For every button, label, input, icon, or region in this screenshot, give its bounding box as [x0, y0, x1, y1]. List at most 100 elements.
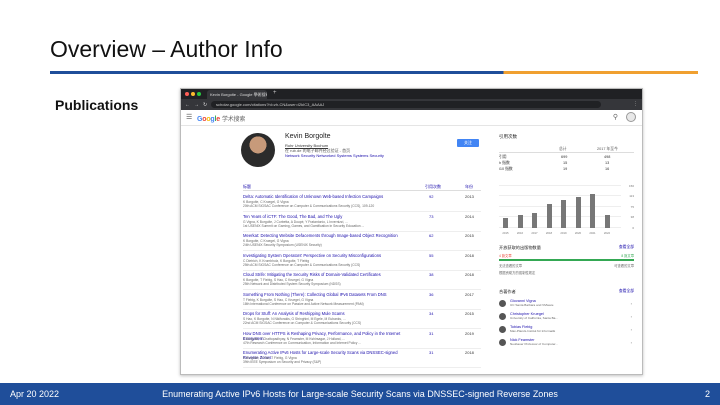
follow-button[interactable]: 关注 — [457, 139, 479, 147]
coauthor-avatar — [499, 300, 506, 307]
y-tick-label: 38 — [630, 215, 634, 220]
chevron-right-icon[interactable]: › — [631, 340, 632, 345]
coauthor-affiliation: Max-Planck-Institut für Informatik — [510, 329, 556, 333]
col-year-header[interactable]: 年份 — [465, 184, 473, 190]
publication-venue: 18th International Conference on Passive… — [243, 301, 364, 306]
col-cited-header[interactable]: 引用次数 — [425, 184, 441, 190]
h-index-row: h 指数 15 13 — [499, 161, 610, 165]
coauthor-item[interactable]: Nick Feamster Neubauer Professor of Compu… — [499, 338, 634, 350]
table-row: Enumerating Active IPv6 Hosts for Large-… — [243, 348, 481, 368]
coauthor-avatar — [499, 313, 506, 320]
avatar — [241, 133, 275, 167]
publication-year: 2013 — [465, 194, 474, 199]
publication-venue: 25th Network and Distributed System Secu… — [243, 282, 341, 286]
chart-bar-2018[interactable] — [546, 204, 552, 228]
browser-tab[interactable]: Kevin Borgolte - Google 學術搜尋 — [207, 90, 267, 99]
open-access-view-all[interactable]: 查看全部 — [619, 245, 634, 250]
title-underline — [50, 71, 698, 74]
publication-cited[interactable]: 62 — [429, 233, 433, 238]
coauthor-avatar — [499, 339, 506, 346]
coauthors-title: 合著作者 — [499, 289, 516, 294]
chevron-right-icon[interactable]: › — [631, 301, 632, 306]
table-row: Investigating System Operators' Perspect… — [243, 251, 481, 271]
publication-cited[interactable]: 73 — [429, 214, 433, 219]
col-title-header[interactable]: 标题 — [243, 184, 251, 190]
profile-interests[interactable]: Network Security Networked Systems Syste… — [285, 153, 384, 158]
profile-header: Kevin Borgolte Ruhr University Bochum 在 … — [241, 133, 486, 175]
chart-bar-2016[interactable] — [517, 215, 523, 228]
scholar-header: ☰ Google 学术搜索 ⚲ — [181, 110, 642, 126]
page-number: 2 — [704, 389, 710, 399]
citations-title: 引用次数 — [499, 134, 517, 139]
publication-cited[interactable]: 31 — [429, 350, 433, 355]
table-row: Ten Years of iCTF: The Good, The Bad, an… — [243, 212, 481, 232]
chart-bar-2019[interactable] — [561, 200, 566, 228]
publication-title[interactable]: Ten Years of iCTF: The Good, The Bad, an… — [243, 214, 413, 219]
publication-title[interactable]: Meerkat: Detecting Website Defacements t… — [243, 233, 413, 238]
url-field[interactable]: scholar.google.com/citations?hl=zh-CN&us… — [211, 101, 601, 108]
close-window-icon[interactable] — [185, 92, 189, 96]
coauthor-item[interactable]: Christopher Kruegel University of Califor… — [499, 312, 634, 324]
reload-icon[interactable]: ↻ — [203, 102, 208, 108]
coauthor-item[interactable]: Tobias Fiebig Max-Planck-Institut für Inf… — [499, 325, 634, 337]
google-scholar-logo[interactable]: Google 学术搜索 — [197, 114, 245, 123]
coauthors-view-all[interactable]: 查看全部 — [619, 289, 634, 294]
new-tab-button[interactable]: + — [273, 90, 277, 96]
y-tick-label: 75 — [630, 205, 634, 209]
oa-note: 根据资助方的强制性规定 — [499, 271, 536, 275]
chart-bar-2017[interactable] — [532, 212, 537, 228]
publication-title[interactable]: Delta: Automatic Identification of Unkno… — [243, 194, 413, 199]
maximize-window-icon[interactable] — [197, 92, 201, 96]
browser-window: Kevin Borgolte - Google 學術搜尋 + ← → ↻ sch… — [180, 88, 643, 375]
publication-venue: 20th ACM SIGSAC Conference on Computer &… — [243, 204, 375, 208]
publication-cited[interactable]: 34 — [429, 311, 433, 316]
table-row: How DNS over HTTPS is Reshaping Privacy,… — [243, 329, 481, 349]
window-controls[interactable] — [185, 92, 201, 96]
account-icon[interactable] — [626, 112, 636, 122]
slide-footer: Apr 20 2022 Enumerating Active IPv6 Host… — [0, 383, 720, 405]
publication-cited[interactable]: 36 — [429, 292, 433, 297]
browser-menu-icon[interactable]: ⋮ — [633, 101, 638, 107]
publication-year: 2019 — [465, 330, 474, 336]
forward-arrow-icon[interactable]: → — [194, 102, 199, 108]
table-row: Something From Nothing (There): Collecti… — [243, 290, 481, 310]
oa-left-top: 4 篇文章 — [499, 254, 512, 258]
publication-title[interactable]: Investigating System Operators' Perspect… — [243, 253, 413, 258]
i10-index-row: i10 指数 19 16 — [499, 167, 610, 171]
publication-title[interactable]: Drops for Stuff: An Analysis of Reshippi… — [243, 311, 413, 316]
minimize-window-icon[interactable] — [191, 92, 195, 96]
publication-title[interactable]: Cloud Strife: Mitigating the Security Ri… — [243, 272, 413, 277]
oa-right-bottom: 可查看的文章 — [614, 264, 634, 268]
chart-bar-2021[interactable] — [590, 194, 595, 228]
x-tick-label: 2022 — [603, 231, 611, 235]
publication-cited[interactable]: 92 — [429, 194, 433, 199]
y-tick-label: 0 — [632, 226, 634, 230]
publication-venue: 39th IEEE Symposium on Security and Priv… — [243, 360, 322, 364]
publication-title[interactable]: Something From Nothing (There): Collecti… — [243, 292, 413, 297]
citations-row: 引用 699 498 — [499, 155, 611, 159]
open-access-bar — [499, 259, 634, 261]
oa-left-bottom: 无法查看的文章 — [499, 264, 523, 268]
citations-chart: 150 113 75 38 0 2015 2016 2017 2018 2019 2020 2021 2… — [499, 184, 634, 236]
open-access-title: 开放获取的出版物数量 — [499, 245, 541, 250]
slide-title: Overview – Author Info — [50, 36, 283, 62]
chart-bar-2020[interactable] — [575, 197, 581, 228]
menu-icon[interactable]: ☰ — [186, 113, 192, 121]
chart-bar-2022[interactable] — [604, 215, 610, 228]
coauthor-item[interactable]: Giovanni Vigna UC Santa Barbara and VMwar… — [499, 299, 634, 311]
search-icon[interactable]: ⚲ — [613, 113, 618, 121]
publication-year: 2014 — [465, 213, 474, 219]
back-arrow-icon[interactable]: ← — [185, 102, 190, 108]
chart-bar-2015[interactable] — [503, 218, 508, 228]
publication-year: 2018 — [465, 272, 474, 277]
publication-cited[interactable]: 38 — [429, 272, 433, 277]
publications-label: Publications — [55, 97, 139, 113]
publication-cited[interactable]: 31 — [429, 331, 433, 336]
chevron-right-icon[interactable]: › — [631, 314, 632, 319]
x-tick-label: 2020 — [574, 231, 582, 235]
publication-cited[interactable]: 55 — [429, 253, 433, 258]
publication-venue: 22nd ACM SIGSAC Conference on Computer &… — [243, 321, 362, 325]
citations-table-header: 总计 2017 年至今 — [499, 147, 634, 153]
chevron-right-icon[interactable]: › — [631, 327, 632, 332]
table-row: Meerkat: Detecting Website Defacements t… — [243, 231, 481, 251]
